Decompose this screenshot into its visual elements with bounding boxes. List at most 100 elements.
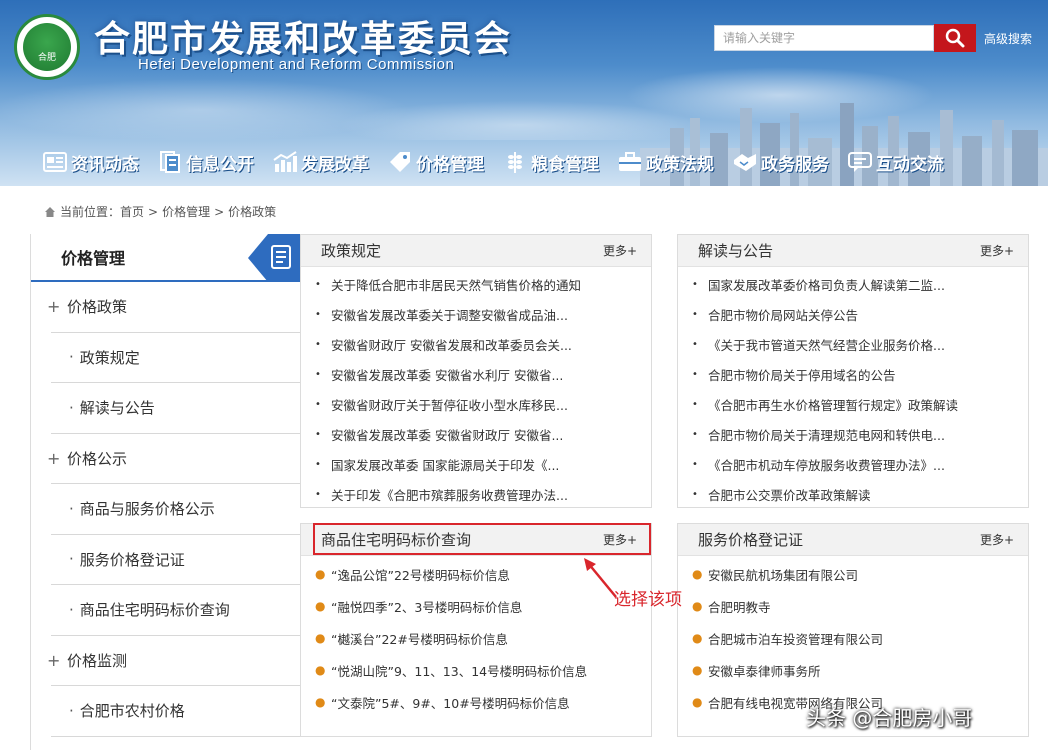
search-icon [945, 28, 965, 48]
list-item[interactable]: • 安徽省财政厅关于暂停征收小型水库移民... [301, 389, 651, 419]
list-item[interactable]: • 合肥市物价局关于停用域名的公告 [678, 359, 1028, 389]
nav-item-policy[interactable]: 政策法规 [617, 150, 714, 175]
list-item[interactable]: ● 安徽卓泰律师事务所 [678, 654, 1028, 686]
panel-header: 政策规定 更多+ [301, 235, 651, 267]
list-item[interactable]: • 安徽省发展改革委 安徽省财政厅 安徽省... [301, 419, 651, 449]
nav-label: 信息公开 [186, 154, 254, 175]
nav-label: 政务服务 [761, 154, 829, 175]
search-input[interactable] [714, 25, 934, 51]
bullet-dot-icon: · [69, 701, 74, 720]
interpretation-panel: 解读与公告 更多+ • 国家发展改革委价格司负责人解读第二监... • 合肥市物价局… [677, 234, 1029, 508]
list-item[interactable]: • 安徽省发展改革委关于调整安徽省成品油... [301, 299, 651, 329]
wheat-icon [508, 152, 522, 173]
panel-header: 解读与公告 更多+ [678, 235, 1028, 267]
list-item[interactable]: • 关于印发《合肥市殡葬服务收费管理办法... [301, 479, 651, 509]
nav-item-services[interactable]: 政务服务 [732, 150, 829, 175]
list-item[interactable]: • 合肥市公交票价改革政策解读 [678, 479, 1028, 509]
list-item-text: 关于降低合肥市非居民天然气销售价格的通知 [331, 277, 582, 293]
sidebar-group-price-monitoring[interactable]: + 价格监测 [47, 636, 300, 686]
bullet-icon: • [692, 278, 698, 290]
nav-item-news[interactable]: 资讯动态 [42, 150, 139, 175]
sidebar-item-label: 合肥市农村价格 [79, 702, 185, 721]
bullet-icon: ● [315, 695, 326, 709]
briefcase-icon [619, 152, 641, 171]
bullet-icon: • [692, 368, 698, 380]
sidebar-item-rural-prices[interactable]: · 合肥市农村价格 [51, 686, 300, 737]
sidebar-item-housing-price-query[interactable]: · 商品住宅明码标价查询 [51, 585, 300, 636]
sidebar-item-goods-services-prices[interactable]: · 商品与服务价格公示 [51, 484, 300, 535]
list-item[interactable]: ● “悦湖山院”9、11、13、14号楼明码标价信息 [301, 654, 651, 686]
chat-icon [848, 152, 872, 172]
logo-text: 合肥 [37, 53, 56, 63]
nav-label: 价格管理 [416, 154, 484, 175]
bullet-icon: • [692, 488, 698, 500]
breadcrumb-prefix: 当前位置： [60, 205, 121, 219]
list-item[interactable]: • 关于降低合肥市非居民天然气销售价格的通知 [301, 269, 651, 299]
list-item-text: 合肥市物价局关于停用域名的公告 [708, 367, 896, 383]
sidebar-group-price-publicity[interactable]: + 价格公示 [47, 434, 300, 484]
expand-plus-icon: + [47, 448, 61, 468]
more-link[interactable]: 更多+ [603, 242, 637, 259]
bullet-icon: • [315, 488, 321, 500]
bullet-icon: ● [692, 663, 703, 677]
sidebar-group-price-policy[interactable]: + 价格政策 [47, 282, 300, 333]
list-item-text: 《合肥市机动车停放服务收费管理办法》... [708, 457, 945, 473]
panel-title: 政策规定 [321, 242, 382, 260]
list-item[interactable]: • 《关于我市管道天然气经营企业服务价格... [678, 329, 1028, 359]
breadcrumb-home[interactable]: 首页 [120, 203, 144, 220]
nav-label: 粮食管理 [531, 154, 599, 175]
sidebar-item-service-price-registration[interactable]: · 服务价格登记证 [51, 535, 300, 585]
commission-logo[interactable]: 合肥 [14, 14, 80, 80]
callout-text: 选择该项 [614, 590, 682, 610]
list-item[interactable]: ● 安徽民航机场集团有限公司 [678, 558, 1028, 590]
list-item[interactable]: • 《合肥市再生水价格管理暂行规定》政策解读 [678, 389, 1028, 419]
list-item[interactable]: • 合肥市物价局关于清理规范电网和转供电... [678, 419, 1028, 449]
list-item-text: 安徽卓泰律师事务所 [708, 663, 821, 679]
list-item[interactable]: • 合肥市物价局网站关停公告 [678, 299, 1028, 329]
bullet-dot-icon: · [69, 348, 74, 367]
list-item-text: “樾溪台”22#号楼明码标价信息 [331, 631, 508, 647]
nav-item-development[interactable]: 发展改革 [272, 150, 369, 175]
sidebar-item-interpretation[interactable]: · 解读与公告 [51, 383, 300, 434]
panel-title: 服务价格登记证 [698, 531, 804, 549]
breadcrumb-price-management[interactable]: 价格管理 [162, 203, 210, 220]
list-item[interactable]: ● 合肥城市泊车投资管理有限公司 [678, 622, 1028, 654]
more-link[interactable]: 更多+ [980, 242, 1014, 259]
sidebar-item-label: 服务价格登记证 [79, 550, 185, 569]
list-item-text: 安徽省财政厅关于暂停征收小型水库移民... [331, 397, 568, 413]
nav-item-price[interactable]: 价格管理 [387, 150, 484, 175]
price-tag-icon [390, 152, 410, 172]
list-item-text: 安徽省发展改革委关于调整安徽省成品油... [331, 307, 568, 323]
more-link[interactable]: 更多+ [980, 531, 1014, 548]
bullet-icon: ● [315, 599, 326, 613]
breadcrumb-separator: > [214, 204, 225, 219]
list-item[interactable]: • 安徽省财政厅 安徽省发展和改革委员会关... [301, 329, 651, 359]
list-item[interactable]: • 国家发展改革委价格司负责人解读第二监... [678, 269, 1028, 299]
list-item[interactable]: ● “樾溪台”22#号楼明码标价信息 [301, 622, 651, 654]
policy-panel: 政策规定 更多+ • 关于降低合肥市非居民天然气销售价格的通知 • 安徽省发展改革委… [300, 234, 652, 508]
nav-item-info[interactable]: 信息公开 [157, 150, 254, 175]
expand-plus-icon: + [47, 650, 61, 670]
bullet-icon: • [692, 338, 698, 350]
list-item[interactable]: • 安徽省发展改革委 安徽省水利厅 安徽省... [301, 359, 651, 389]
list-item[interactable]: • 《合肥市机动车停放服务收费管理办法》... [678, 449, 1028, 479]
breadcrumb-price-policy[interactable]: 价格政策 [228, 203, 276, 220]
search-button[interactable] [934, 24, 976, 52]
nav-item-interaction[interactable]: 互动交流 [847, 150, 944, 175]
sidebar-item-label: 商品与服务价格公示 [79, 500, 215, 519]
list-item[interactable]: ● “文泰院”5#、9#、10#号楼明码标价信息 [301, 686, 651, 718]
list-item[interactable]: ● 合肥明教寺 [678, 590, 1028, 622]
watermark: 头条 @合肥房小哥 [806, 706, 973, 730]
nav-item-grain[interactable]: 粮食管理 [502, 150, 599, 175]
document-icon [160, 151, 180, 173]
breadcrumb-separator: > [148, 204, 159, 219]
bullet-icon: ● [315, 631, 326, 645]
list-item-text: 合肥市公交票价改革政策解读 [708, 487, 871, 503]
bullet-icon: • [692, 428, 698, 440]
advanced-search-link[interactable]: 高级搜索 [984, 30, 1032, 47]
list-item-text: 合肥市物价局网站关停公告 [708, 307, 859, 323]
list-item[interactable]: • 国家发展改革委 国家能源局关于印发《... [301, 449, 651, 479]
sidebar-item-label: 政策规定 [79, 348, 140, 367]
sidebar-item-policy-rules[interactable]: · 政策规定 [51, 333, 300, 383]
list-item-text: 国家发展改革委 国家能源局关于印发《... [331, 457, 560, 473]
